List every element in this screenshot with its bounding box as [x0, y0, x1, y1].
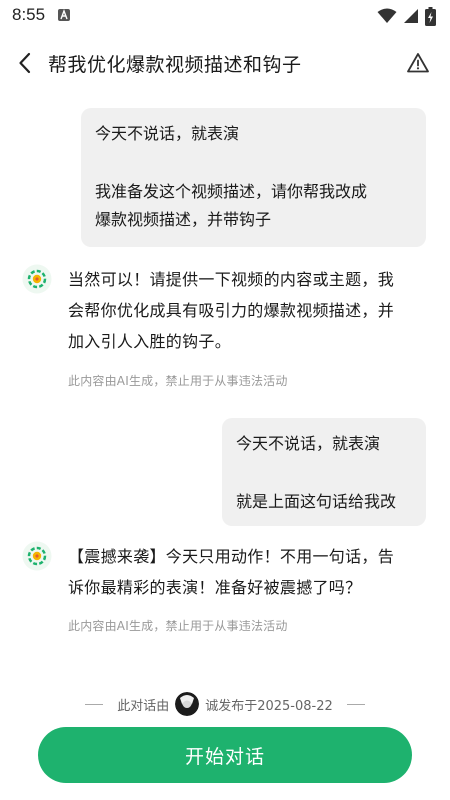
divider [85, 703, 104, 705]
message-line: 当然可以！请提供一下视频的内容或主题，我 [68, 270, 395, 289]
start-chat-button[interactable]: 开始对话 [38, 727, 412, 783]
user-message-bubble: 今天不说话，就表演 就是上面这句话给我改 [222, 418, 426, 526]
ai-message-text: 【震撼来袭】今天只用动作！不用一句话，告 诉你最精彩的表演！准备好被震撼了吗？ [68, 541, 434, 603]
ai-message-text: 当然可以！请提供一下视频的内容或主题，我 会帮你优化成具有吸引力的爆款视频描述，… [68, 264, 434, 357]
message-line: 【震撼来袭】今天只用动作！不用一句话，告 [68, 547, 395, 566]
divider [346, 703, 365, 705]
page-title: 帮我优化爆款视频描述和钩子 [48, 54, 302, 76]
back-button[interactable] [12, 49, 38, 77]
message-line: 就是上面这句话给我改 [236, 492, 397, 511]
user-message-bubble: 今天不说话，就表演 我准备发这个视频描述，请你帮我改成 爆款视频描述，并带钩子 [81, 108, 426, 247]
message-line: 加入引人入胜的钩子。 [68, 332, 232, 351]
ai-disclaimer: 此内容由AI生成，禁止用于从事违法活动 [68, 374, 288, 388]
ai-avatar-icon [22, 541, 52, 571]
ai-avatar-icon [22, 264, 52, 294]
warning-icon[interactable] [406, 51, 430, 75]
publisher-avatar[interactable] [175, 692, 200, 716]
message-line: 诉你最精彩的表演！准备好被震撼了吗？ [68, 578, 362, 597]
message-line: 今天不说话，就表演 [95, 124, 240, 143]
message-line: 会帮你优化成具有吸引力的爆款视频描述，并 [68, 301, 395, 320]
message-line: 爆款视频描述，并带钩子 [95, 210, 272, 229]
signal-icon [404, 9, 418, 23]
wifi-icon [377, 8, 397, 23]
message-line: 我准备发这个视频描述，请你帮我改成 [95, 182, 368, 201]
publish-prefix: 此对话由 [117, 698, 170, 714]
publish-suffix: 诚发布于2025-08-22 [205, 698, 333, 714]
battery-charging-icon [425, 6, 436, 26]
publish-info: 此对话由 诚发布于2025-08-22 [0, 690, 450, 718]
ai-disclaimer: 此内容由AI生成，禁止用于从事违法活动 [68, 619, 288, 633]
status-icons [377, 6, 436, 26]
chevron-left-icon [19, 52, 31, 74]
status-time: 8:55 [12, 5, 46, 24]
avatar-image [175, 692, 200, 716]
header: 帮我优化爆款视频描述和钩子 [0, 38, 450, 88]
message-line: 今天不说话，就表演 [236, 434, 381, 453]
status-bar: 8:55 [0, 0, 450, 32]
notification-a-icon [58, 9, 70, 21]
